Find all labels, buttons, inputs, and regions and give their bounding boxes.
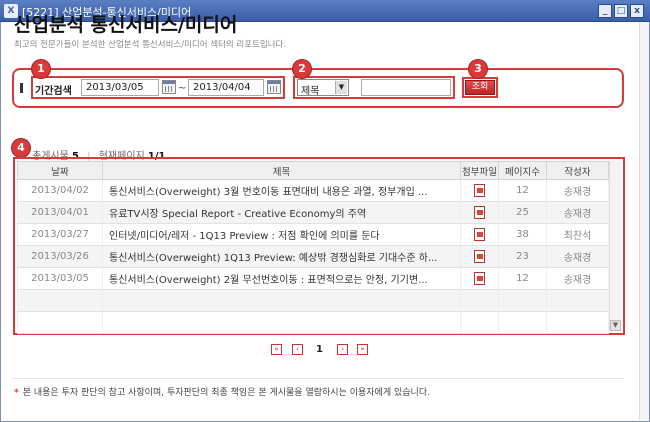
row-date: 2013/03/05 — [17, 267, 103, 290]
prev-page-button[interactable]: ‹ — [292, 344, 303, 355]
table-header-row: 날짜 제목 첨부파일 페이지수 작성자 — [17, 161, 609, 180]
row-subject-link[interactable]: 통신서비스(Overweight) 2월 무선번호이동 : 표면적으로는 안정,… — [102, 267, 461, 290]
row-attachment[interactable] — [460, 179, 499, 202]
search-button[interactable]: 조회 — [465, 80, 495, 95]
row-date: 2013/04/02 — [17, 179, 103, 202]
last-page-button[interactable]: » — [357, 344, 368, 355]
pdf-icon[interactable] — [474, 272, 485, 285]
table-scrollbar[interactable]: ▼ — [609, 161, 621, 331]
row-author: 송재경 — [546, 201, 609, 224]
marker-3: 3 — [469, 60, 487, 78]
row-subject-link[interactable]: 통신서비스(Overweight) 3월 번호이동 표면대비 내용은 과열, 정… — [102, 179, 461, 202]
empty-row — [17, 311, 609, 334]
row-subject-link[interactable]: 인터넷/미디어/레저 - 1Q13 Preview : 저점 확인에 의미를 둔… — [102, 223, 461, 246]
close-button[interactable]: x — [630, 4, 644, 18]
date-to-input[interactable]: 2013/04/04 — [188, 79, 264, 96]
row-date: 2013/04/01 — [17, 201, 103, 224]
page-title: 산업분석 통신서비스/미디어 — [14, 14, 238, 36]
pdf-icon[interactable] — [474, 184, 485, 197]
column-header-subject[interactable]: 제목 — [102, 161, 461, 180]
date-range-separator: ~ — [178, 83, 187, 94]
row-subject-link[interactable]: 통신서비스(Overweight) 1Q13 Preview: 예상밖 경쟁심화… — [102, 245, 461, 268]
minimize-button[interactable]: _ — [598, 4, 612, 18]
row-pages: 12 — [498, 267, 547, 290]
column-header-date[interactable]: 날짜 — [17, 161, 103, 180]
empty-row — [17, 289, 609, 312]
current-page-number[interactable]: 1 — [316, 344, 323, 355]
first-page-button[interactable]: « — [271, 344, 282, 355]
row-date: 2013/03/26 — [17, 245, 103, 268]
table-row[interactable]: 2013/04/01 유료TV시장 Special Report - Creat… — [17, 201, 609, 224]
row-author: 송재경 — [546, 267, 609, 290]
disclaimer-text: 본 내용은 투자 판단의 참고 사항이며, 투자판단의 최종 책임은 본 게시물… — [22, 388, 430, 398]
chevron-down-icon: ▼ — [335, 81, 347, 94]
table-row[interactable]: 2013/03/05 통신서비스(Overweight) 2월 무선번호이동 :… — [17, 267, 609, 290]
period-label: 기간검색 — [35, 86, 72, 97]
row-pages: 38 — [498, 223, 547, 246]
column-header-author[interactable]: 작성자 — [546, 161, 609, 180]
window-scrollbar[interactable] — [639, 22, 649, 420]
table-row[interactable]: 2013/04/02 통신서비스(Overweight) 3월 번호이동 표면대… — [17, 179, 609, 202]
row-pages: 23 — [498, 245, 547, 268]
row-attachment[interactable] — [460, 267, 499, 290]
asterisk-icon: * — [14, 388, 19, 398]
search-field-select[interactable]: 제목 ▼ — [297, 79, 349, 97]
pdf-icon[interactable] — [474, 228, 485, 241]
row-pages: 12 — [498, 179, 547, 202]
marker-1: 1 — [32, 60, 50, 78]
disclaimer: * 본 내용은 투자 판단의 참고 사항이며, 투자판단의 최종 책임은 본 게시… — [14, 385, 430, 398]
row-author: 송재경 — [546, 179, 609, 202]
row-pages: 25 — [498, 201, 547, 224]
calendar-icon[interactable] — [267, 80, 281, 94]
date-from-input[interactable]: 2013/03/05 — [81, 79, 159, 96]
row-author: 최찬석 — [546, 223, 609, 246]
column-header-attachment[interactable]: 첨부파일 — [460, 161, 499, 180]
table-row[interactable]: 2013/03/27 인터넷/미디어/레저 - 1Q13 Preview : 저… — [17, 223, 609, 246]
row-subject-link[interactable]: 유료TV시장 Special Report - Creative Economy… — [102, 201, 461, 224]
scroll-down-icon[interactable]: ▼ — [610, 320, 621, 331]
next-page-button[interactable]: › — [337, 344, 348, 355]
row-date: 2013/03/27 — [17, 223, 103, 246]
page-subtitle: 최고의 전문가들이 분석한 산업분석 통신서비스/미디어 섹터의 리포트입니다. — [14, 40, 287, 50]
marker-4: 4 — [12, 139, 30, 157]
footer-divider — [12, 378, 624, 379]
table-row[interactable]: 2013/03/26 통신서비스(Overweight) 1Q13 Previe… — [17, 245, 609, 268]
pdf-icon[interactable] — [474, 250, 485, 263]
row-attachment[interactable] — [460, 223, 499, 246]
report-table: 날짜 제목 첨부파일 페이지수 작성자 2013/04/02 통신서비스(Ove… — [17, 161, 609, 334]
row-attachment[interactable] — [460, 245, 499, 268]
marker-2: 2 — [293, 60, 311, 78]
keyword-input[interactable] — [361, 79, 451, 96]
pdf-icon[interactable] — [474, 206, 485, 219]
row-attachment[interactable] — [460, 201, 499, 224]
calendar-icon[interactable] — [162, 80, 176, 94]
row-author: 송재경 — [546, 245, 609, 268]
search-field-selected: 제목 — [301, 86, 320, 97]
column-header-pages[interactable]: 페이지수 — [498, 161, 547, 180]
label-bullet — [20, 83, 23, 93]
maximize-button[interactable]: □ — [614, 4, 628, 18]
